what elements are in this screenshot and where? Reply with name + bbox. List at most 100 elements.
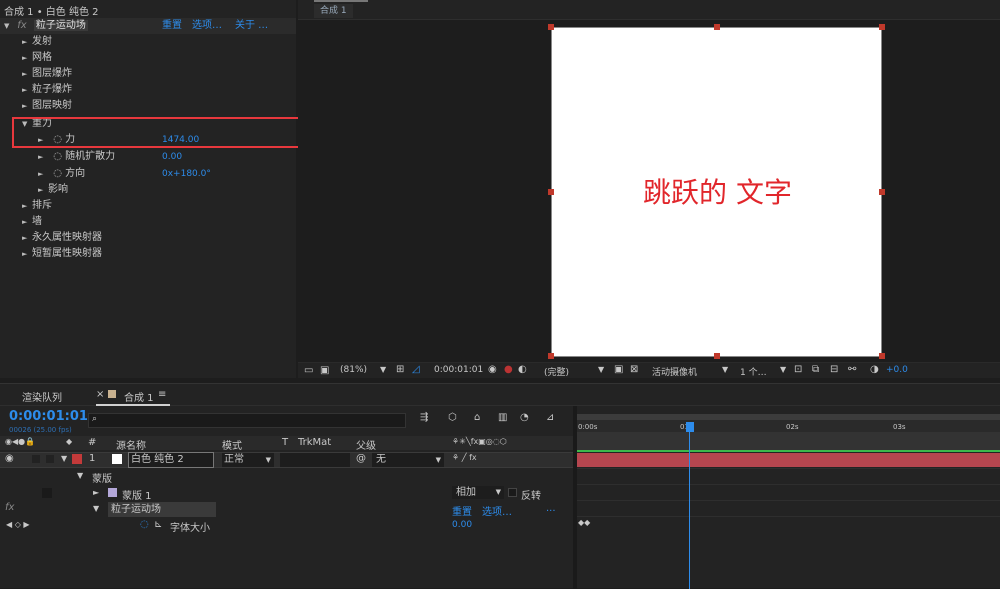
work-area-bar[interactable] [577, 414, 1000, 420]
monitor-icon[interactable]: ▣ [320, 365, 329, 376]
prop-value[interactable]: 0.00 [452, 520, 472, 530]
prop-direction[interactable]: ► ◌ 方向 [38, 166, 85, 182]
resolution-select[interactable]: (完整) [544, 365, 569, 378]
flowchart-icon[interactable]: ⧉ [812, 364, 819, 375]
fx-icon[interactable]: fx [5, 502, 14, 513]
camera-select[interactable]: 活动摄像机 [652, 365, 697, 378]
chevron-down-icon[interactable]: ▼ [780, 365, 786, 374]
viewer-timecode[interactable]: 0:00:01:01 [434, 365, 483, 375]
stopwatch-icon[interactable]: ◌ [53, 151, 62, 162]
eye-icon[interactable]: ◉ [5, 453, 14, 464]
stopwatch-icon[interactable]: ◌ [140, 519, 149, 530]
reset-link[interactable]: 重置 [452, 503, 472, 518]
menu-icon[interactable]: ≡ [158, 389, 166, 400]
effect-header-row[interactable]: ▼ fx 粒子运动场 [4, 18, 88, 34]
transparency-grid-icon[interactable]: ⊠ [630, 364, 638, 375]
prop-ephemeral-mapper[interactable]: ► 短暂属性映射器 [22, 246, 102, 262]
chevron-down-icon[interactable]: ▼ [380, 365, 386, 374]
zoom-select[interactable]: (81%) [340, 365, 367, 375]
current-timecode[interactable]: 0:00:01:01 [9, 409, 88, 424]
layer-search-input[interactable]: ⌕ [88, 413, 406, 428]
layer-duration-bar[interactable] [577, 453, 1000, 467]
stopwatch-icon[interactable]: ◌ [53, 168, 62, 179]
graph-icon[interactable]: ⊾ [154, 519, 162, 530]
mask-name[interactable]: 蒙版 1 [122, 487, 152, 502]
views-select[interactable]: 1 个… [740, 365, 767, 378]
parent-select[interactable]: 无 ▼ [372, 453, 444, 467]
close-icon[interactable]: × [96, 389, 104, 400]
motion-blur-icon[interactable]: ◔ [520, 412, 529, 423]
prop-grid[interactable]: ► 网格 [22, 50, 52, 66]
comp-mini-flowchart-icon[interactable]: ⇶ [420, 412, 428, 423]
prop-randomness[interactable]: ► ◌ 随机扩散力 [38, 149, 115, 165]
transform-handle[interactable] [714, 353, 720, 359]
expand-triangle-icon[interactable]: ► [22, 66, 32, 82]
layer-name[interactable]: 白色 纯色 2 [128, 452, 214, 468]
transform-handle[interactable] [548, 24, 554, 30]
prop-affects[interactable]: ► 影响 [38, 182, 68, 198]
expand-triangle-icon[interactable]: ► [22, 82, 32, 98]
expand-triangle-icon[interactable]: ► [22, 198, 32, 214]
expand-triangle-icon[interactable]: ► [22, 214, 32, 230]
reset-link[interactable]: 重置 [162, 18, 182, 34]
frame-blend-icon[interactable]: ▥ [498, 412, 507, 423]
tab-render-queue[interactable]: 渲染队列 [22, 389, 62, 404]
prop-repel[interactable]: ► 排斥 [22, 198, 52, 214]
color-channel-icon[interactable]: ● [504, 364, 513, 375]
tab-comp-1[interactable]: 合成 1 [124, 389, 154, 404]
collapse-triangle-icon[interactable]: ▼ [93, 504, 99, 513]
exposure-value[interactable]: +0.0 [886, 365, 908, 375]
options-link[interactable]: 选项… [482, 503, 512, 518]
transform-handle[interactable] [879, 24, 885, 30]
layer-switches-icon[interactable]: ⚘ ╱ fx [452, 453, 477, 462]
mask-toggle[interactable] [42, 488, 52, 498]
collapse-triangle-icon[interactable]: ▼ [61, 454, 67, 463]
expand-triangle-icon[interactable]: ► [22, 246, 32, 262]
transform-handle[interactable] [879, 353, 885, 359]
graph-editor-icon[interactable]: ⊿ [546, 412, 554, 423]
mask-color-swatch[interactable] [108, 488, 117, 497]
tab-comp-1[interactable]: 合成 1 [314, 4, 353, 18]
invert-checkbox[interactable] [508, 488, 517, 497]
roi-icon[interactable]: ▣ [614, 364, 623, 375]
collapse-triangle-icon[interactable]: ▼ [77, 471, 83, 480]
prop-persistent-mapper[interactable]: ► 永久属性映射器 [22, 230, 102, 246]
collapse-triangle-icon[interactable]: ▼ [4, 18, 14, 34]
solo-toggle[interactable] [32, 455, 40, 463]
about-link[interactable]: ... [546, 503, 556, 514]
grid-icon[interactable]: ⊞ [396, 364, 404, 375]
camera-icon[interactable]: ◉ [488, 364, 497, 375]
col-source-name[interactable]: 源名称 [116, 437, 146, 452]
playhead-handle[interactable] [686, 422, 694, 432]
prop-wall[interactable]: ► 墙 [22, 214, 42, 230]
direction-value[interactable]: 0x+180.0° [162, 166, 211, 182]
expand-triangle-icon[interactable]: ► [38, 182, 48, 198]
prop-emit[interactable]: ► 发射 [22, 34, 52, 50]
randomness-value[interactable]: 0.00 [162, 149, 182, 165]
fast-preview-icon[interactable]: ⊡ [794, 364, 802, 375]
trkmat-select[interactable] [280, 453, 350, 467]
network-icon[interactable]: ⚯ [848, 364, 856, 375]
lock-toggle[interactable] [46, 455, 54, 463]
timeline-icon[interactable]: ⊟ [830, 364, 838, 375]
expand-triangle-icon[interactable]: ► [22, 98, 32, 114]
expand-triangle-icon[interactable]: ► [38, 149, 48, 165]
options-link[interactable]: 选项… [192, 18, 222, 34]
transform-handle[interactable] [879, 189, 885, 195]
effect-name[interactable]: 粒子运动场 [108, 502, 216, 517]
expand-triangle-icon[interactable]: ► [93, 488, 99, 497]
about-link[interactable]: 关于 … [235, 18, 268, 34]
expand-triangle-icon[interactable]: ► [38, 166, 48, 182]
pickwhip-icon[interactable]: @ [356, 453, 366, 464]
prop-layer-explode[interactable]: ► 图层爆炸 [22, 66, 72, 82]
current-time-indicator[interactable] [689, 422, 690, 589]
keyframe-icon[interactable]: ◆◆ [578, 518, 590, 527]
shy-icon[interactable]: ⌂ [474, 412, 480, 423]
prop-particle-explode[interactable]: ► 粒子爆炸 [22, 82, 72, 98]
keyframe-nav-icon[interactable]: ◀ ◇ ▶ [6, 520, 30, 529]
expand-triangle-icon[interactable]: ► [22, 50, 32, 66]
expand-triangle-icon[interactable]: ► [22, 230, 32, 246]
layer-label-color[interactable] [72, 454, 82, 464]
region-icon[interactable]: ▭ [304, 365, 313, 376]
comp-canvas[interactable]: 跳跃的 文字 [551, 27, 882, 357]
